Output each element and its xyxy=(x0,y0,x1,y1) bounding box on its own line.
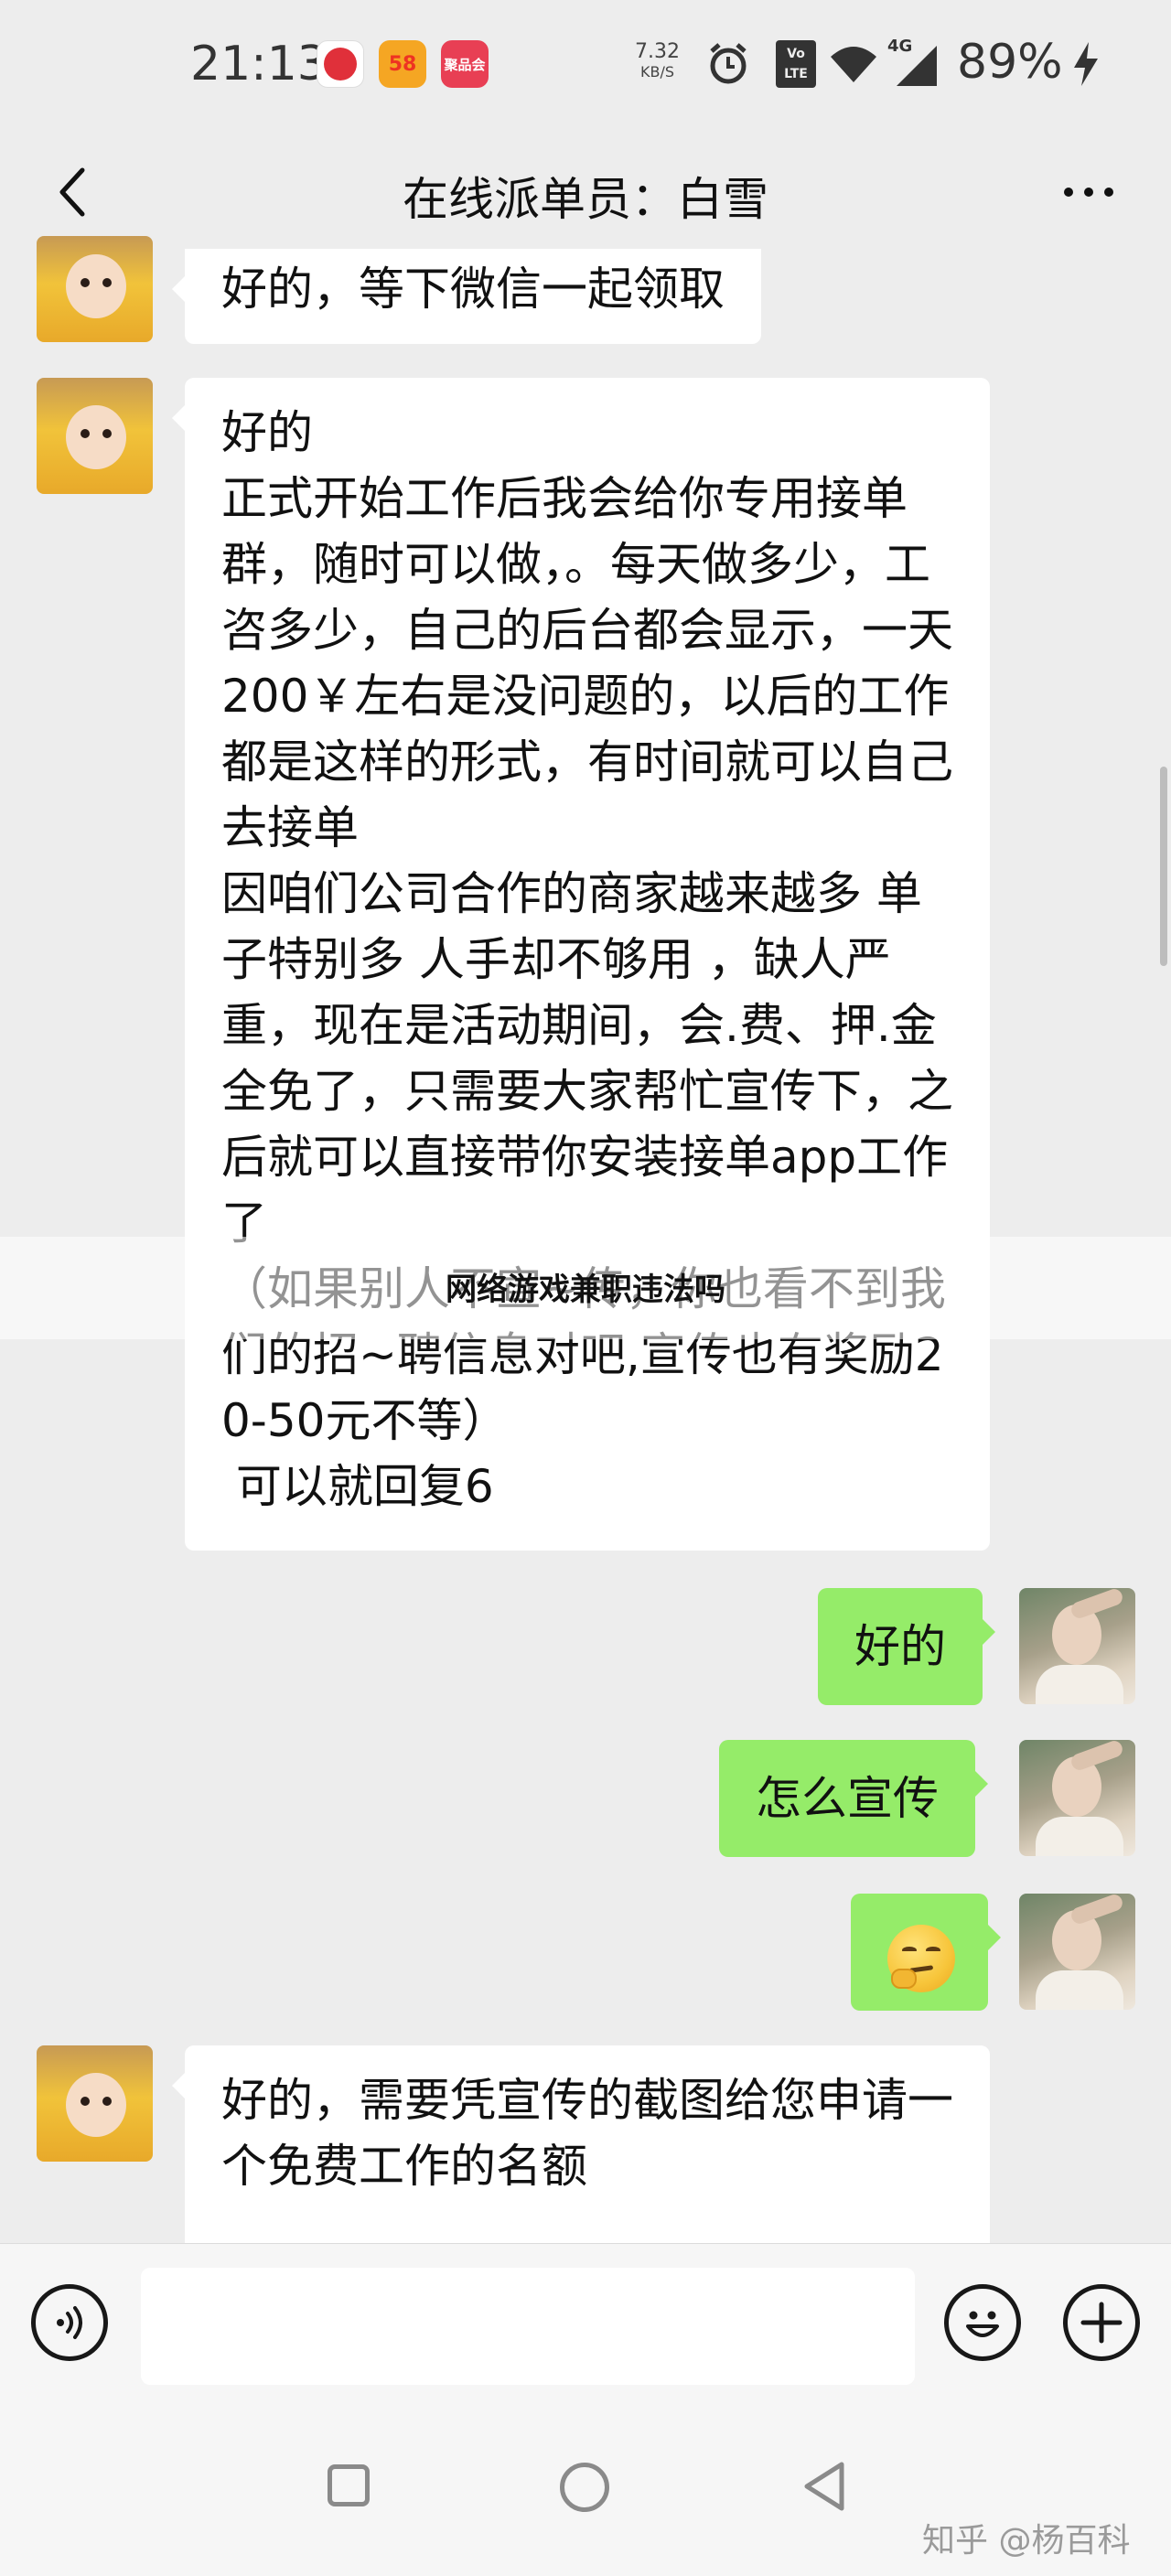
chat-header: 在线派单员：白雪 xyxy=(0,137,1171,252)
voice-button[interactable] xyxy=(31,2284,108,2361)
more-button[interactable] xyxy=(1052,156,1125,229)
message-bubble-received[interactable]: 好的，需要凭宣传的截图给您申请一个免费工作的名额 xyxy=(172,2045,990,2243)
chat-title: 在线派单员：白雪 xyxy=(403,173,768,226)
app-58-icon: 58 xyxy=(379,40,426,88)
status-time: 21:13 xyxy=(190,37,328,91)
more-dots-icon xyxy=(1064,188,1113,197)
charging-icon xyxy=(1074,42,1098,86)
smiley-icon xyxy=(966,2311,999,2337)
volte-icon: Vo LTE xyxy=(776,40,816,88)
battery-level: 89% xyxy=(957,35,1063,90)
app-jupinhui-icon: 聚品会 xyxy=(441,40,489,88)
thinking-emoji-icon xyxy=(887,1925,955,1992)
message-bubble-sent[interactable]: 怎么宣传 xyxy=(719,1740,988,1857)
network-speed: 7.32 KB/S xyxy=(635,42,680,82)
network-speed-value: 7.32 xyxy=(635,40,680,63)
home-button[interactable] xyxy=(560,2463,609,2512)
zhihu-watermark: 知乎 @杨百科 xyxy=(922,2522,1131,2560)
my-avatar[interactable] xyxy=(1019,1894,1135,2010)
network-speed-unit: KB/S xyxy=(639,63,674,80)
more-functions-button[interactable] xyxy=(1063,2284,1140,2361)
system-navigation-bar: 知乎 @杨百科 xyxy=(0,2426,1171,2576)
input-bar xyxy=(0,2243,1171,2426)
signal-icon: 4G xyxy=(887,37,939,88)
overlay-caption: 网络游戏兼职违法吗 xyxy=(446,1272,725,1308)
contact-avatar[interactable] xyxy=(37,236,153,342)
message-bubble-received[interactable]: 好的 正式开始工作后我会给你专用接单群，随时可以做，。每天做多少，工咨多少，自己… xyxy=(172,378,990,1551)
emoji-button[interactable] xyxy=(944,2284,1021,2361)
plus-icon xyxy=(1080,2302,1123,2344)
wifi-icon xyxy=(831,47,876,82)
my-avatar[interactable] xyxy=(1019,1740,1135,1856)
system-back-icon[interactable] xyxy=(798,2459,853,2514)
contact-avatar[interactable] xyxy=(37,378,153,494)
message-input[interactable] xyxy=(141,2268,915,2385)
recent-apps-button[interactable] xyxy=(328,2464,370,2506)
scrollbar[interactable] xyxy=(1160,767,1167,966)
message-bubble-sent[interactable]: 好的 xyxy=(818,1588,995,1705)
my-avatar[interactable] xyxy=(1019,1588,1135,1704)
contact-avatar[interactable] xyxy=(37,2045,153,2162)
message-bubble-received[interactable]: 好的，等下微信一起领取 xyxy=(172,249,761,344)
app-notification-icon xyxy=(317,40,364,88)
voice-icon xyxy=(57,2306,82,2339)
alarm-icon xyxy=(710,43,747,84)
status-bar: 21:13 58 聚品会 7.32 KB/S Vo LTE 4G 89% xyxy=(0,0,1171,137)
